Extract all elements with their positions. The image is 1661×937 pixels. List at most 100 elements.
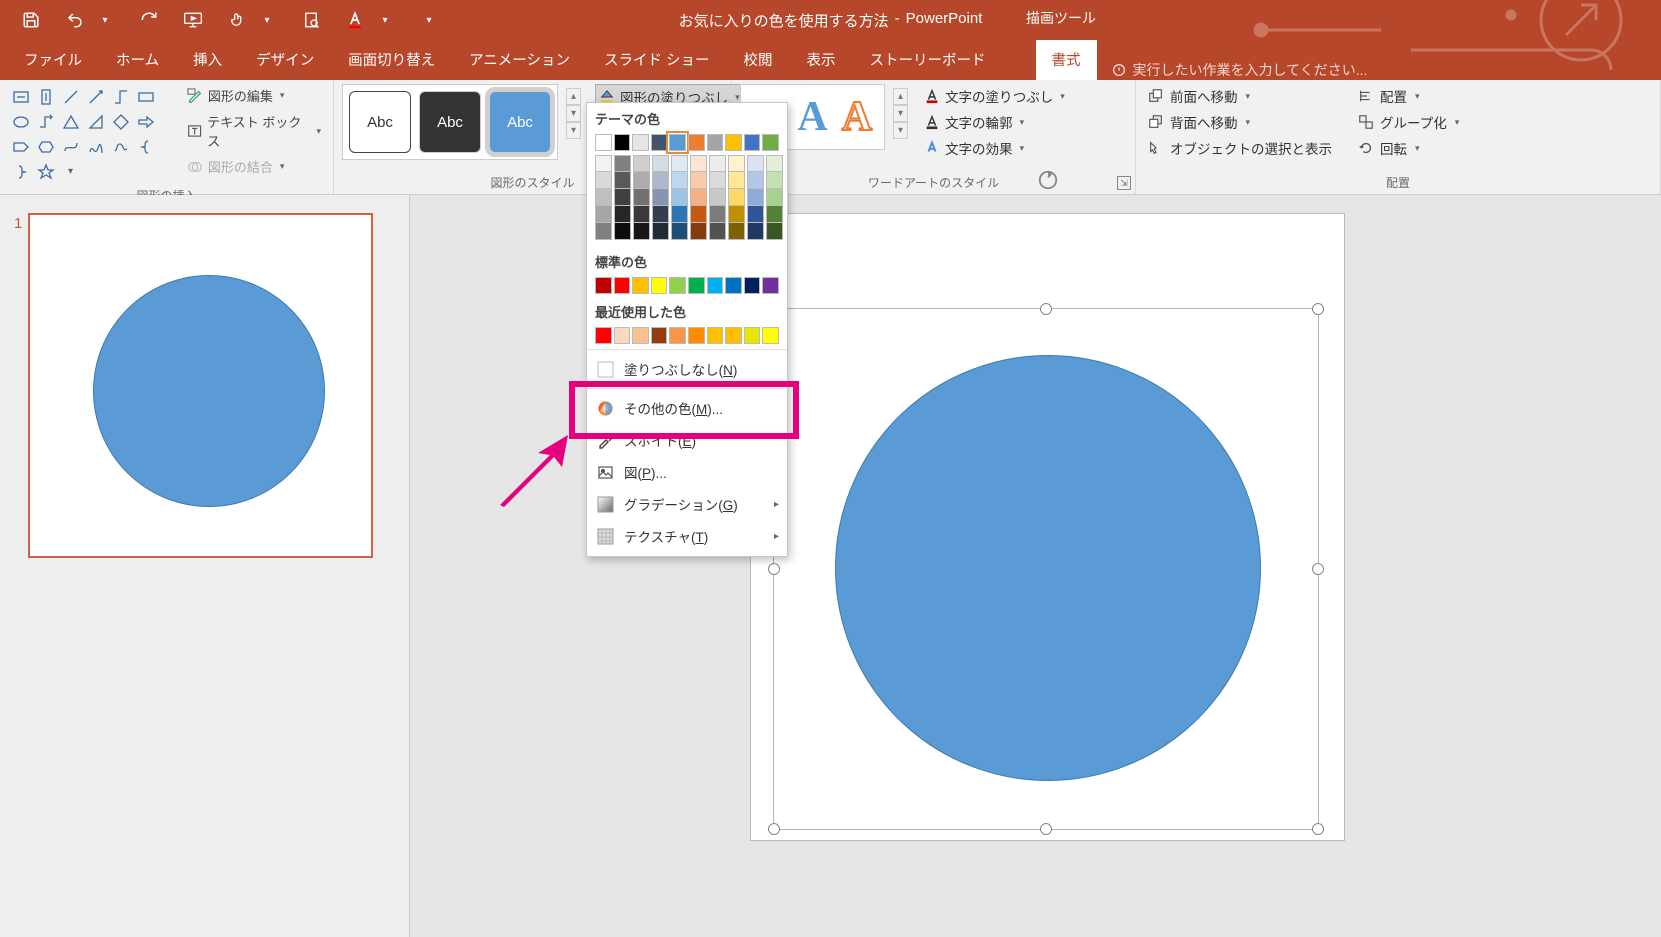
touch-mode-button[interactable] xyxy=(226,9,248,31)
color-swatch[interactable] xyxy=(766,223,783,240)
color-swatch[interactable] xyxy=(762,277,779,294)
color-swatch[interactable] xyxy=(728,172,745,189)
selection-pane-button[interactable]: オブジェクトの選択と表示 xyxy=(1144,136,1336,160)
undo-dropdown[interactable]: ▾ xyxy=(94,9,116,31)
style-gallery-down[interactable]: ▾ xyxy=(566,105,581,122)
tab-view[interactable]: 表示 xyxy=(791,40,852,80)
texture-fill-item[interactable]: テクスチャ(T) ▸ xyxy=(587,520,787,552)
color-swatch[interactable] xyxy=(632,327,649,344)
color-swatch[interactable] xyxy=(614,155,631,172)
shape-textbox-v-icon[interactable] xyxy=(33,84,58,109)
shapes-gallery-more[interactable]: ▾ xyxy=(58,159,83,184)
color-swatch[interactable] xyxy=(762,327,779,344)
style-preset-1[interactable]: Abc xyxy=(349,91,411,153)
color-swatch[interactable] xyxy=(633,206,650,223)
resize-handle-se[interactable] xyxy=(1312,823,1324,835)
color-swatch[interactable] xyxy=(709,189,726,206)
wordart-gallery-down[interactable]: ▾ xyxy=(893,105,908,122)
shape-textbox-h-icon[interactable] xyxy=(8,84,33,109)
color-swatch[interactable] xyxy=(614,189,631,206)
color-swatch[interactable] xyxy=(669,277,686,294)
color-swatch[interactable] xyxy=(671,206,688,223)
color-swatch[interactable] xyxy=(744,134,761,151)
style-preset-2[interactable]: Abc xyxy=(419,91,481,153)
text-fill-button[interactable]: 文字の塗りつぶし▾ xyxy=(922,84,1067,108)
color-swatch[interactable] xyxy=(690,223,707,240)
color-swatch[interactable] xyxy=(595,134,612,151)
color-swatch[interactable] xyxy=(651,134,668,151)
qat-customize[interactable]: ▾ xyxy=(418,9,440,31)
color-swatch[interactable] xyxy=(728,155,745,172)
tab-storyboard[interactable]: ストーリーボード xyxy=(854,40,1002,80)
picture-fill-item[interactable]: 図(P)... xyxy=(587,456,787,488)
color-swatch[interactable] xyxy=(707,134,724,151)
text-effects-button[interactable]: 文字の効果▾ xyxy=(922,136,1067,160)
tab-insert[interactable]: 挿入 xyxy=(177,40,238,80)
wordart-preset-2[interactable]: A xyxy=(797,93,827,141)
resize-handle-sw[interactable] xyxy=(768,823,780,835)
font-color-button[interactable] xyxy=(344,9,366,31)
color-swatch[interactable] xyxy=(709,155,726,172)
color-swatch[interactable] xyxy=(747,189,764,206)
merge-shapes-button[interactable]: 図形の結合▾ xyxy=(183,155,325,178)
color-swatch[interactable] xyxy=(595,206,612,223)
no-fill-item[interactable]: 塗りつぶしなし(N) xyxy=(587,353,787,385)
resize-handle-e[interactable] xyxy=(1312,563,1324,575)
resize-handle-s[interactable] xyxy=(1040,823,1052,835)
shape-arrow-line-icon[interactable] xyxy=(83,84,108,109)
resize-handle-ne[interactable] xyxy=(1312,303,1324,315)
color-swatch[interactable] xyxy=(728,206,745,223)
color-swatch[interactable] xyxy=(614,172,631,189)
send-backward-button[interactable]: 背面へ移動▾ xyxy=(1144,110,1336,134)
shape-connector2-icon[interactable] xyxy=(33,109,58,134)
color-swatch[interactable] xyxy=(595,223,612,240)
color-swatch[interactable] xyxy=(728,223,745,240)
shape-pentagon-icon[interactable] xyxy=(8,134,33,159)
tell-me-search[interactable]: 実行したい作業を入力してください... xyxy=(1099,60,1380,80)
print-preview-button[interactable] xyxy=(300,9,322,31)
color-swatch[interactable] xyxy=(709,206,726,223)
shape-scribble-icon[interactable] xyxy=(108,134,133,159)
color-swatch[interactable] xyxy=(652,223,669,240)
color-swatch[interactable] xyxy=(688,277,705,294)
color-swatch[interactable] xyxy=(633,189,650,206)
tab-design[interactable]: デザイン xyxy=(240,40,330,80)
shape-rbrace-icon[interactable] xyxy=(8,159,33,184)
color-swatch[interactable] xyxy=(747,172,764,189)
shapes-gallery[interactable]: ▾ xyxy=(8,84,177,184)
color-swatch[interactable] xyxy=(728,189,745,206)
style-preset-3[interactable]: Abc xyxy=(489,91,551,153)
color-swatch[interactable] xyxy=(651,327,668,344)
rotation-handle[interactable] xyxy=(1037,169,1059,191)
color-swatch[interactable] xyxy=(669,327,686,344)
color-swatch[interactable] xyxy=(652,189,669,206)
shape-curve-icon[interactable] xyxy=(58,134,83,159)
color-swatch[interactable] xyxy=(671,189,688,206)
color-swatch[interactable] xyxy=(747,155,764,172)
selected-oval-shape[interactable] xyxy=(835,355,1261,781)
text-box-button[interactable]: テキスト ボックス▾ xyxy=(183,110,325,152)
style-gallery-more[interactable]: ▾ xyxy=(566,122,581,139)
color-swatch[interactable] xyxy=(633,172,650,189)
tab-slideshow[interactable]: スライド ショー xyxy=(588,40,726,80)
wordart-preset-3[interactable]: A xyxy=(842,93,872,141)
slideshow-from-start-button[interactable] xyxy=(182,9,204,31)
wordart-dialog-launcher[interactable]: ⇲ xyxy=(1117,176,1131,190)
color-swatch[interactable] xyxy=(690,189,707,206)
color-swatch[interactable] xyxy=(595,327,612,344)
color-swatch[interactable] xyxy=(690,155,707,172)
color-swatch[interactable] xyxy=(652,206,669,223)
shape-lbrace-icon[interactable] xyxy=(133,134,158,159)
redo-button[interactable] xyxy=(138,9,160,31)
resize-handle-n[interactable] xyxy=(1040,303,1052,315)
slide-canvas[interactable] xyxy=(750,213,1345,841)
color-swatch[interactable] xyxy=(652,155,669,172)
color-swatch[interactable] xyxy=(709,223,726,240)
text-outline-button[interactable]: 文字の輪郭▾ xyxy=(922,110,1067,134)
edit-shape-button[interactable]: 図形の編集▾ xyxy=(183,84,325,107)
thumbnail-preview[interactable] xyxy=(28,213,373,558)
gradient-fill-item[interactable]: グラデーション(G) ▸ xyxy=(587,488,787,520)
wordart-gallery-more[interactable]: ▾ xyxy=(893,122,908,139)
color-swatch[interactable] xyxy=(725,277,742,294)
color-swatch[interactable] xyxy=(595,155,612,172)
